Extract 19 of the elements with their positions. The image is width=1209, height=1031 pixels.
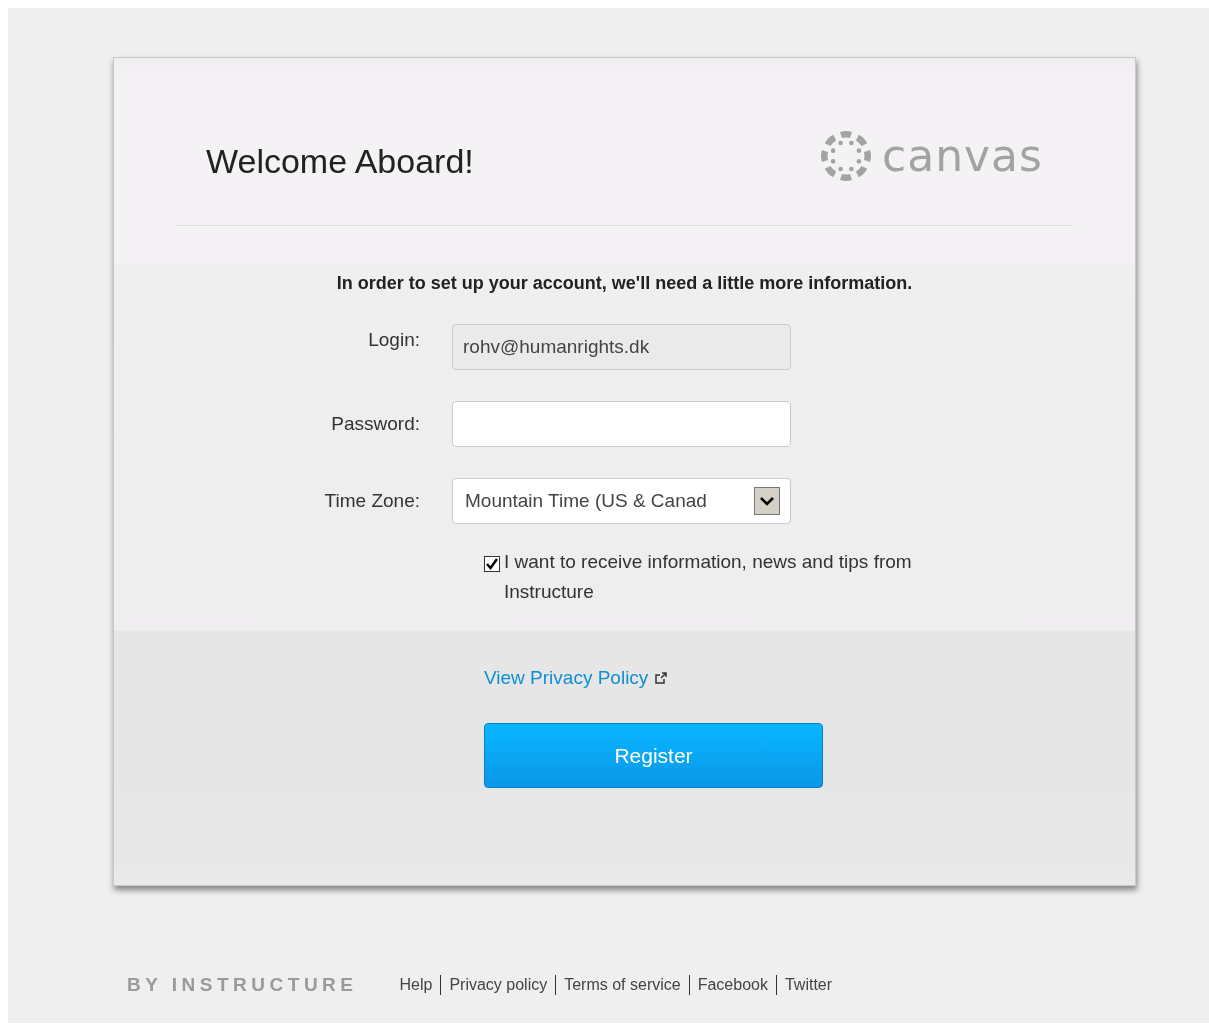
- time-zone-select[interactable]: Mountain Time (US & Canad: [452, 478, 791, 524]
- external-link-icon: [654, 671, 668, 685]
- circle-dots-logo-icon: [820, 129, 873, 182]
- footer-link[interactable]: Help: [393, 975, 441, 995]
- footer-link[interactable]: Facebook: [688, 975, 776, 995]
- footer-link[interactable]: Privacy policy: [440, 975, 556, 995]
- field-label: Password:: [330, 413, 421, 435]
- logo-wordmark: canvas: [882, 133, 1043, 178]
- page-title: Welcome Aboard!: [206, 142, 474, 181]
- footer-brand: BY INSTRUCTURE: [127, 974, 358, 996]
- footer-link[interactable]: Terms of service: [555, 975, 689, 995]
- login-field[interactable]: rohv@humanrights.dk: [452, 324, 791, 370]
- field-label: Time Zone:: [323, 490, 421, 512]
- password-field[interactable]: [452, 401, 791, 447]
- newsletter-label: I want to receive information, news and tips from Instructure: [504, 550, 913, 604]
- footer-link[interactable]: Twitter: [775, 975, 841, 995]
- newsletter-checkbox[interactable]: [484, 556, 500, 572]
- intro-text: In order to set up your account, we'll need a little more information.: [335, 272, 914, 294]
- field-label: Login:: [367, 329, 421, 351]
